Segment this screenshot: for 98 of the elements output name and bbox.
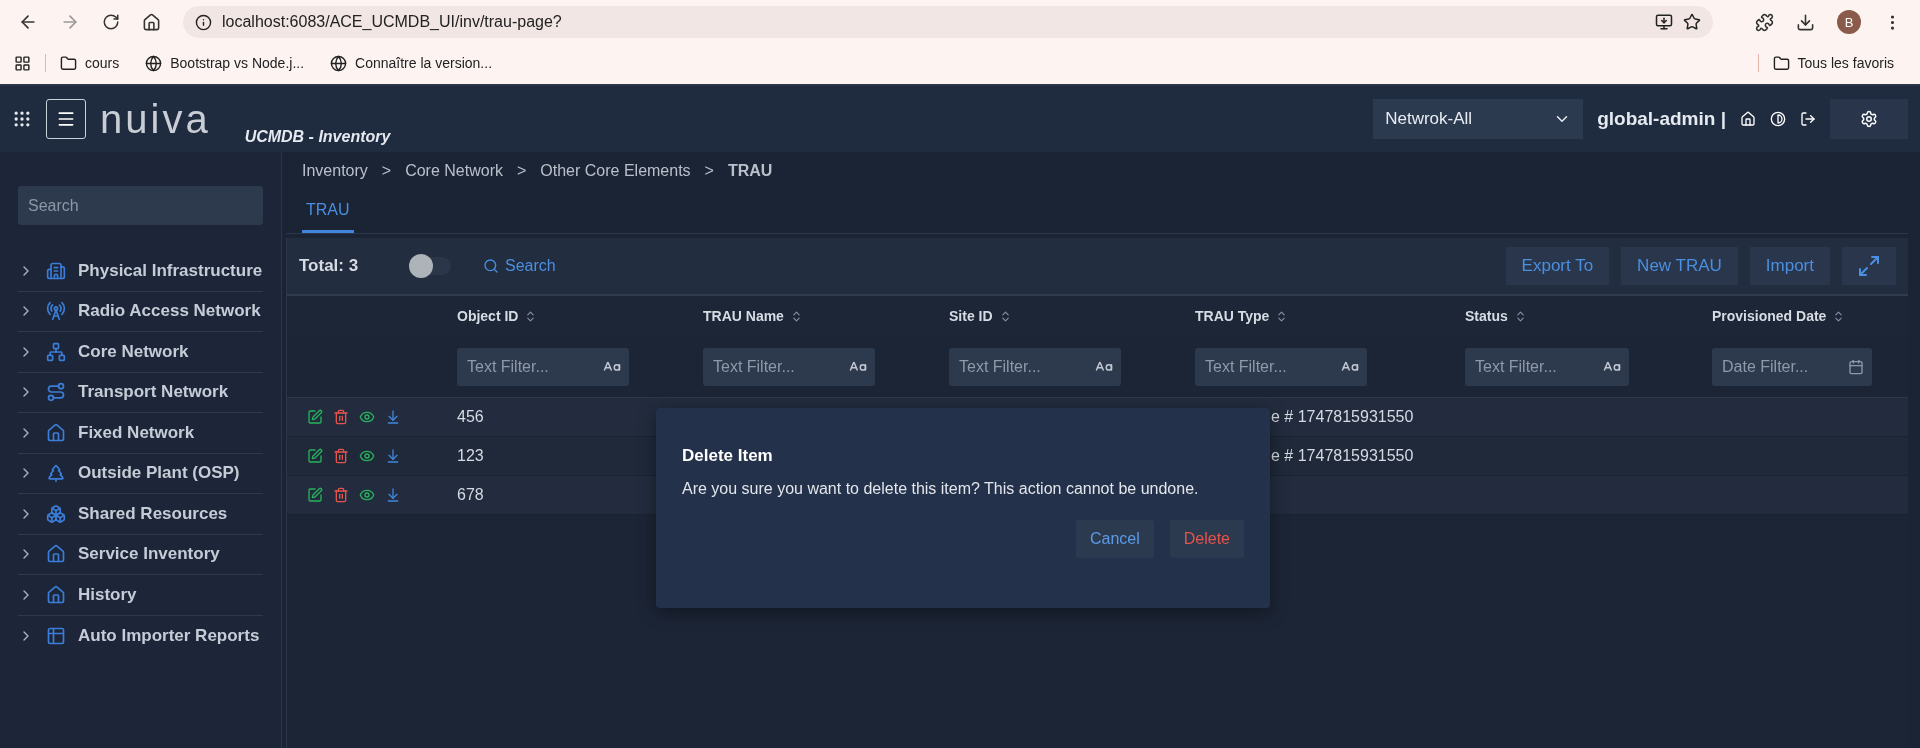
tree-icon xyxy=(46,463,66,484)
search-button[interactable]: Search xyxy=(477,256,1494,276)
extensions-icon[interactable] xyxy=(1755,12,1774,32)
toggle-switch[interactable] xyxy=(411,257,451,275)
edit-icon[interactable] xyxy=(307,409,323,425)
sidebar-item[interactable]: Radio Access Network xyxy=(18,291,263,332)
folder-icon xyxy=(1772,54,1790,72)
column-header[interactable]: TRAU Type xyxy=(1195,308,1465,324)
globe-icon xyxy=(145,54,163,72)
search-icon xyxy=(483,258,499,274)
settings-icon xyxy=(1860,110,1878,128)
apps-grid-icon[interactable] xyxy=(12,109,32,129)
dialog-message: Are you sure you want to delete this item? This action cannot be undone. xyxy=(682,480,1200,498)
home-icon[interactable] xyxy=(1740,111,1756,127)
toolbar-button[interactable]: Export To xyxy=(1505,247,1610,285)
network-select[interactable]: Netwrok-All xyxy=(1373,99,1584,139)
filter-field[interactable]: Text Filter... xyxy=(949,347,1121,386)
globe-icon xyxy=(330,54,348,72)
expand-button[interactable] xyxy=(1842,247,1896,285)
sidebar-item[interactable]: History xyxy=(18,575,263,616)
building-icon xyxy=(46,260,66,281)
eye-icon[interactable] xyxy=(359,487,375,503)
edit-icon[interactable] xyxy=(307,448,323,464)
trash-icon[interactable] xyxy=(333,448,349,464)
network-icon xyxy=(46,341,66,362)
trash-icon[interactable] xyxy=(333,409,349,425)
breadcrumb-separator: > xyxy=(516,162,527,181)
column-header[interactable]: Site ID xyxy=(949,308,1195,324)
column-header[interactable]: TRAU Name xyxy=(703,308,949,324)
search-field[interactable]: Search xyxy=(18,186,263,225)
install-icon[interactable] xyxy=(1655,13,1673,31)
filter-field[interactable]: Text Filter... xyxy=(1195,347,1367,386)
logo: nuiva xyxy=(100,99,211,139)
trash-icon[interactable] xyxy=(333,487,349,503)
bookmark[interactable]: Bootstrap vs Node.j... xyxy=(145,54,305,72)
table-cell: 678 xyxy=(457,486,484,504)
info-icon xyxy=(195,13,212,31)
bookmark[interactable]: Connaître la version... xyxy=(330,54,493,72)
all-bookmarks[interactable]: Tous les favoris xyxy=(1772,54,1894,72)
toolbar-button[interactable]: New TRAU xyxy=(1621,247,1738,285)
house-icon xyxy=(46,422,66,443)
download-icon[interactable] xyxy=(1796,12,1815,32)
app-title: UCMDB - Inventory xyxy=(244,128,392,146)
route-icon xyxy=(46,382,66,403)
sidebar-item[interactable]: Auto Importer Reports xyxy=(18,615,263,656)
profile-avatar[interactable]: B xyxy=(1837,10,1861,34)
menu-button[interactable] xyxy=(46,99,86,139)
column-header[interactable]: Provisioned Date xyxy=(1712,308,1908,324)
table-cell: 456 xyxy=(457,408,484,426)
home-icon[interactable] xyxy=(142,12,161,32)
breadcrumb-link[interactable]: Inventory xyxy=(302,162,368,190)
folder-icon xyxy=(60,54,77,72)
address-bar[interactable]: localhost:6083/ACE_UCMDB_UI/inv/trau-page? xyxy=(183,6,1713,38)
filter-field[interactable]: Date Filter... xyxy=(1712,347,1872,386)
dialog-title: Delete Item xyxy=(682,446,774,466)
logout-icon[interactable] xyxy=(1800,111,1816,127)
sidebar-item[interactable]: Service Inventory xyxy=(18,534,263,575)
calendar-icon[interactable] xyxy=(1848,358,1864,375)
house-icon xyxy=(46,544,66,565)
sidebar-item[interactable]: Shared Resources xyxy=(18,494,263,535)
table-cell-text: e # 1747815931550 xyxy=(1270,408,1415,426)
sidebar-item[interactable]: Core Network xyxy=(18,332,263,373)
tab[interactable]: TRAU xyxy=(302,190,354,233)
breadcrumb-link[interactable]: Core Network xyxy=(405,162,503,190)
filter-field[interactable]: Text Filter... xyxy=(703,347,875,386)
sidebar-item[interactable]: Fixed Network xyxy=(18,413,263,454)
expand-icon xyxy=(1857,254,1881,278)
eye-icon[interactable] xyxy=(359,409,375,425)
eye-icon[interactable] xyxy=(359,448,375,464)
column-header[interactable]: Object ID xyxy=(457,308,703,324)
breadcrumb-separator: > xyxy=(381,162,392,181)
sidebar-item[interactable]: Physical Infrastructure xyxy=(18,251,263,292)
settings-button[interactable] xyxy=(1830,99,1908,139)
bookmark[interactable]: cours xyxy=(60,54,120,72)
antenna-icon xyxy=(46,301,66,322)
house-icon xyxy=(46,584,66,605)
url-text: localhost:6083/ACE_UCMDB_UI/inv/trau-page? xyxy=(222,13,563,31)
filter-field[interactable]: Text Filter... xyxy=(457,347,629,386)
contrast-icon[interactable] xyxy=(1770,111,1786,127)
filter-field[interactable]: Text Filter... xyxy=(1465,347,1629,386)
table-icon xyxy=(46,625,66,646)
breadcrumb-separator: > xyxy=(704,162,714,181)
boxes-icon xyxy=(46,503,66,524)
sidebar-item[interactable]: Outside Plant (OSP) xyxy=(18,453,263,494)
user-name: global-admin | xyxy=(1597,108,1726,130)
reload-icon[interactable] xyxy=(102,13,120,31)
table-cell: 123 xyxy=(457,447,484,465)
edit-icon[interactable] xyxy=(307,487,323,503)
table-cell-text: e # 1747815931550 xyxy=(1270,447,1415,465)
apps-icon[interactable] xyxy=(14,54,31,72)
column-header[interactable]: Status xyxy=(1465,308,1712,324)
star-icon[interactable] xyxy=(1683,13,1701,31)
toolbar-button[interactable]: Import xyxy=(1749,247,1830,285)
breadcrumb-link[interactable]: Other Core Elements xyxy=(540,162,691,190)
cancel-button[interactable]: Cancel xyxy=(1075,520,1154,558)
total-count: Total: 3 xyxy=(299,256,360,276)
sidebar-item[interactable]: Transport Network xyxy=(18,372,263,413)
menu-icon xyxy=(56,109,76,129)
